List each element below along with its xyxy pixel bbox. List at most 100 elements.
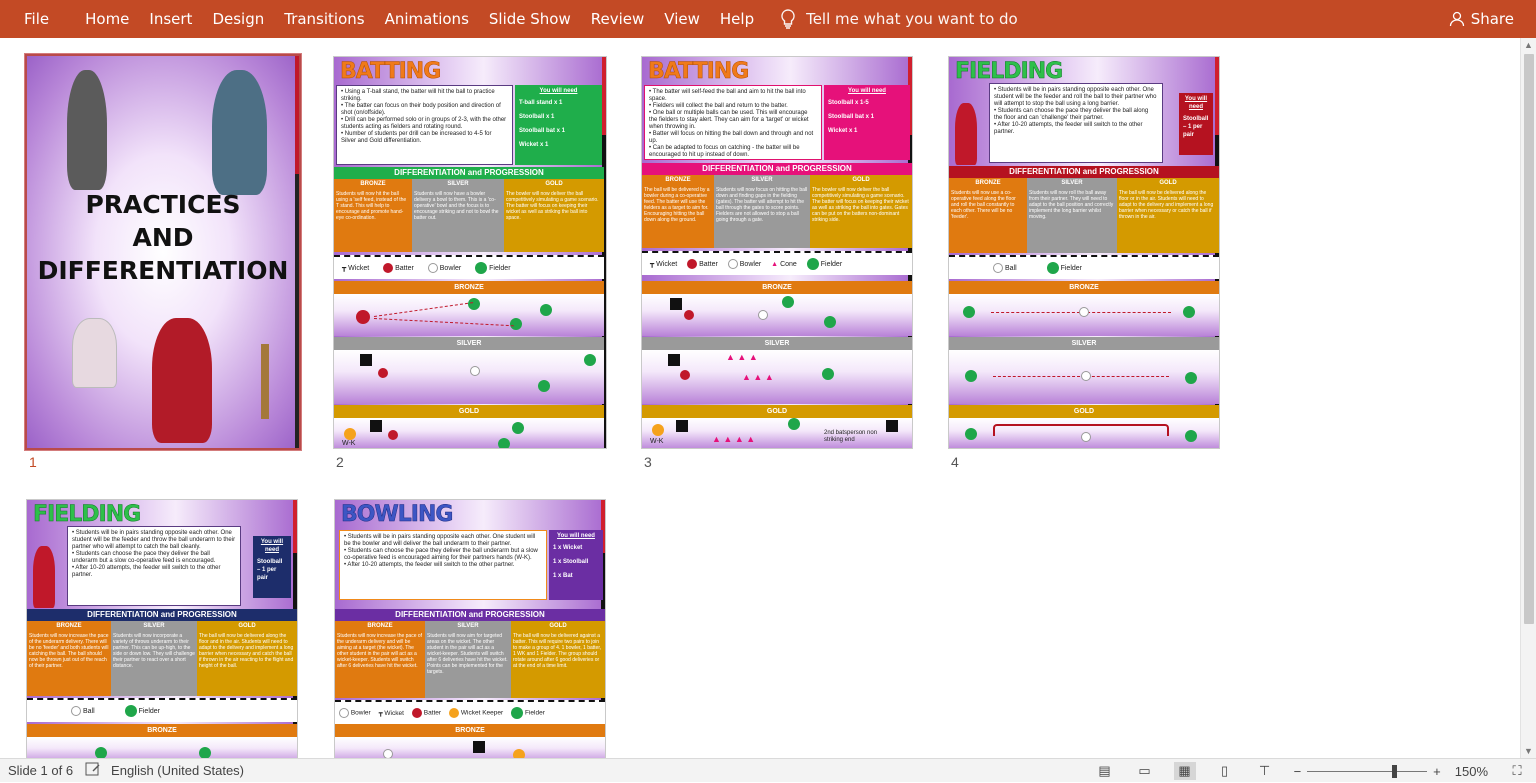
tell-me-text: Tell me what you want to do [806, 10, 1018, 28]
scroll-up-icon[interactable]: ▲ [1524, 40, 1533, 50]
level-descriptions: Students will now use a co-operative fee… [949, 189, 1219, 253]
slide-thumbnail-5[interactable]: FIELDING • Students will be in pairs sta… [26, 499, 298, 758]
equipment-item: Stoolball x 1-5 [828, 100, 869, 106]
slideshow-view-icon[interactable]: ⊤ [1254, 762, 1276, 780]
zoom-in-icon[interactable]: + [1433, 764, 1441, 779]
notes-icon[interactable] [85, 762, 101, 779]
tab-file[interactable]: File [0, 0, 75, 38]
slide-edge-accent [602, 57, 606, 136]
slide-title-line: AND [132, 223, 194, 252]
equipment-item: Stoolball bat x 1 [828, 114, 875, 120]
key-ball: Ball [993, 263, 1017, 273]
slide-thumbnail-4[interactable]: FIELDING • Students will be in pairs sta… [948, 56, 1220, 449]
instructions-box: • The batter will self-feed the ball and… [644, 85, 822, 160]
level-bronze: BRONZE [334, 179, 412, 190]
wicket-icon [886, 420, 898, 432]
tab-transitions[interactable]: Transitions [274, 0, 374, 38]
ball-icon [71, 706, 81, 716]
equipment-item: 1 x Bat [553, 573, 573, 579]
zone-bar-bronze: BRONZE [27, 724, 297, 737]
fielder-icon [1185, 430, 1197, 442]
equipment-box: You will need T-ball stand x 1 Stoolball… [515, 85, 602, 165]
fielder-icon [965, 428, 977, 440]
zoom-level[interactable]: 150% [1455, 764, 1488, 779]
tab-review[interactable]: Review [581, 0, 655, 38]
keeper-icon [449, 708, 460, 718]
ball-icon [727, 259, 738, 269]
tab-slide-show[interactable]: Slide Show [479, 0, 581, 38]
key-label: Bowler [739, 260, 762, 268]
bronze-text: Students will now increase the pace of t… [335, 632, 425, 698]
zoom-slider[interactable] [1307, 764, 1428, 778]
tab-view[interactable]: View [654, 0, 710, 38]
level-silver: SILVER [714, 175, 810, 186]
slide-sorter-view-icon[interactable]: ▦ [1173, 762, 1196, 780]
reading-view-icon[interactable]: ▯ [1214, 762, 1236, 780]
slide-thumbnail-1[interactable]: PRACTICES AND DIFFERENTIATION [24, 53, 302, 451]
ball-icon [993, 263, 1003, 273]
fielder-icon [788, 418, 800, 430]
slide-thumbnail-3[interactable]: BATTING • The batter will self-feed the … [641, 56, 913, 449]
tell-me-box[interactable]: Tell me what you want to do [780, 9, 1018, 29]
gold-text: The bowler will now deliver the ball com… [504, 190, 604, 252]
level-bronze: BRONZE [27, 621, 111, 632]
equipment-box: You will need Stoolball – 1 per pair [253, 536, 291, 598]
equipment-heading: You will need [1184, 96, 1208, 110]
equipment-item: Stoolball x 1 [519, 114, 555, 120]
gold-text: The bowler will now deliver the ball com… [810, 186, 912, 248]
bullet: • Drill can be performed solo or in grou… [341, 117, 507, 130]
slide-counter[interactable]: Slide 1 of 6 [8, 763, 73, 778]
key-fielder: Fielder [806, 258, 842, 270]
normal-view-icon[interactable]: ▭ [1134, 762, 1156, 780]
fielder-icon [95, 747, 107, 758]
slide-title: BATTING [340, 59, 442, 85]
scroll-down-icon[interactable]: ▼ [1524, 746, 1533, 756]
zoom-slider-knob[interactable] [1391, 764, 1397, 778]
zone-bar-gold: GOLD [334, 405, 604, 418]
tab-animations[interactable]: Animations [375, 0, 479, 38]
tab-home[interactable]: Home [75, 0, 139, 38]
level-headers: BRONZE SILVER GOLD [642, 175, 912, 186]
vertical-scrollbar[interactable]: ▲ ▼ [1520, 38, 1536, 758]
language-indicator[interactable]: English (United States) [111, 763, 244, 778]
bat-icon [411, 708, 422, 718]
zone-bar-silver: SILVER [642, 337, 912, 350]
gold-text: The ball will now be delivered along the… [197, 632, 297, 696]
level-headers: BRONZE SILVER GOLD [335, 621, 605, 632]
fielder-icon [782, 296, 794, 308]
share-button[interactable]: Share [1449, 0, 1514, 38]
bat-icon [680, 370, 690, 380]
slide-title-line: DIFFERENTIATION [37, 256, 289, 285]
slide-thumbnail-2[interactable]: BATTING • Using a T-ball stand, the batt… [333, 56, 607, 449]
slide-number: 2 [336, 454, 344, 470]
keeper-icon [652, 424, 664, 436]
cone-icon: ▲ ▲ ▲ [742, 372, 774, 382]
key-label: Fielder [138, 707, 160, 715]
slide-title: BOWLING [341, 502, 454, 528]
slide-thumbnail-6[interactable]: BOWLING • Students will be in pairs stan… [334, 499, 606, 758]
key-label: Batter [423, 709, 442, 717]
tab-help[interactable]: Help [710, 0, 764, 38]
equipment-item: Wicket x 1 [828, 128, 858, 134]
ball-icon [1081, 371, 1091, 381]
differentiation-header: DIFFERENTIATION and PROGRESSION [335, 609, 605, 621]
tab-design[interactable]: Design [202, 0, 274, 38]
fielder-icon [511, 707, 524, 719]
notes-view-icon[interactable]: ▤ [1094, 762, 1116, 780]
wicket-icon [668, 354, 680, 366]
key-batter: Batter [411, 708, 442, 718]
fit-to-window-icon[interactable]: ⛶ [1506, 762, 1528, 780]
slide-title: FIELDING [955, 59, 1064, 85]
player-image [67, 70, 107, 190]
equipment-item: T-ball stand x 1 [519, 100, 563, 106]
instructions-box: • Students will be in pairs standing opp… [989, 83, 1163, 163]
tab-insert[interactable]: Insert [139, 0, 202, 38]
zoom-out-icon[interactable]: − [1294, 764, 1302, 779]
scroll-thumb[interactable] [1524, 54, 1534, 624]
level-gold: GOLD [1117, 178, 1219, 189]
zone-bar-bronze: BRONZE [334, 281, 604, 294]
drill-diagram-gold [949, 418, 1219, 448]
fielder-icon [538, 380, 550, 392]
ribbon: File Home Insert Design Transitions Anim… [0, 0, 1536, 38]
key-label: Wicket Keeper [460, 709, 504, 717]
